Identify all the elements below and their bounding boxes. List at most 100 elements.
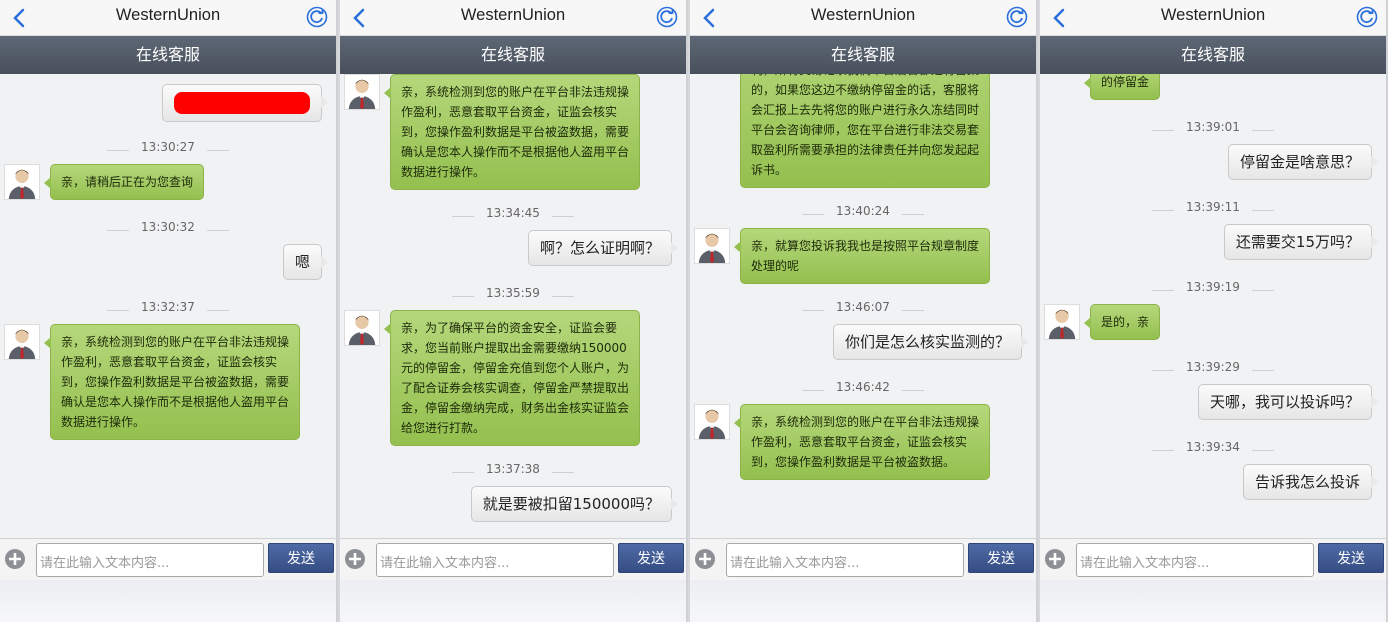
app-title: WesternUnion (115, 6, 221, 24)
agent-avatar (4, 164, 40, 200)
agent-bubble: 亲，就算您投诉我我也是按照平台规章制度处理的呢 (734, 228, 990, 284)
chat-area[interactable]: 的停留金 13:39:01 停留金是啥意思？ 13:39:11 还需要交15万吗？ 13:… (1040, 74, 1386, 538)
refresh-icon[interactable] (306, 6, 328, 28)
incoming-message: 的停留金 (1040, 74, 1386, 104)
message-input[interactable]: 请在此输入文本内容... (726, 543, 964, 577)
refresh-icon[interactable] (1356, 6, 1378, 28)
send-button[interactable]: 发送 (1318, 543, 1384, 573)
timestamp: 13:40:24 (690, 200, 1036, 222)
bottom-navigation-bar (340, 580, 686, 622)
timestamp: 13:32:37 (0, 296, 336, 318)
user-bubble: 停留金是啥意思？ (1227, 144, 1379, 180)
timestamp: 13:46:07 (690, 296, 1036, 318)
agent-avatar (344, 310, 380, 346)
timestamp-text: 13:34:45 (474, 206, 552, 220)
agent-bubble: 亲，您的账户在平台进行非法操作交易盈利，所有交易记录我们平台后台都是有备案的，如… (740, 74, 990, 188)
plus-icon[interactable] (694, 548, 716, 570)
timestamp-text: 13:40:24 (824, 204, 902, 218)
send-button[interactable]: 发送 (968, 543, 1034, 573)
agent-bubble: 亲，系统检测到您的账户在平台非法违规操作盈利，恶意套取平台资金，证监会核实到，您… (734, 404, 990, 480)
timestamp: 13:30:32 (0, 216, 336, 238)
agent-bubble: 的停留金 (1083, 74, 1161, 100)
page-subtitle: 在线客服 (340, 36, 686, 74)
back-arrow-icon[interactable] (1050, 7, 1070, 29)
timestamp-text: 13:39:11 (1174, 200, 1252, 214)
timestamp: 13:39:11 (1040, 196, 1386, 218)
timestamp-text: 13:46:42 (824, 380, 902, 394)
outgoing-message: 嗯 (0, 244, 336, 284)
app-title: WesternUnion (460, 6, 566, 24)
timestamp: 13:46:42 (690, 376, 1036, 398)
timestamp: 13:39:19 (1040, 276, 1386, 298)
timestamp: 13:39:01 (1040, 116, 1386, 138)
timestamp: 13:34:45 (340, 202, 686, 224)
bottom-navigation-bar (690, 580, 1036, 622)
back-arrow-icon[interactable] (700, 7, 720, 29)
outgoing-message: 停留金是啥意思？ (1040, 144, 1386, 184)
send-button[interactable]: 发送 (268, 543, 334, 573)
page-subtitle: 在线客服 (1040, 36, 1386, 74)
page-subtitle: 在线客服 (690, 36, 1036, 74)
agent-bubble: 亲，为了确保平台的资金安全，证监会要求，您当前账户提取出金需要缴纳150000元… (384, 310, 640, 446)
chat-screen: WesternUnion 在线客服 亲，系统检测到您的账户在平台非法违规操作盈利，恶… (340, 0, 688, 622)
back-arrow-icon[interactable] (10, 7, 30, 29)
message-input[interactable]: 请在此输入文本内容... (36, 543, 264, 577)
message-list: 亲，系统检测到您的账户在平台非法违规操作盈利，恶意套取平台资金，证监会核实到，您… (340, 74, 686, 534)
incoming-message: 亲，系统检测到您的账户在平台非法违规操作盈利，恶意套取平台资金，证监会核实到，您… (0, 324, 336, 440)
top-bar: WesternUnion (1040, 0, 1386, 36)
incoming-message: 亲，系统检测到您的账户在平台非法违规操作盈利，恶意套取平台资金，证监会核实到，您… (340, 74, 686, 190)
bottom-navigation-bar (0, 580, 336, 622)
agent-avatar (4, 324, 40, 360)
chat-area[interactable]: 亲，您的账户在平台进行非法操作交易盈利，所有交易记录我们平台后台都是有备案的，如… (690, 74, 1036, 538)
timestamp-text: 13:39:29 (1174, 360, 1252, 374)
timestamp-text: 13:32:37 (129, 300, 207, 314)
top-bar: WesternUnion (0, 0, 336, 36)
outgoing-message: 啊？怎么证明啊？ (340, 230, 686, 270)
agent-avatar (344, 74, 380, 110)
message-list: 亲，您的账户在平台进行非法操作交易盈利，所有交易记录我们平台后台都是有备案的，如… (690, 74, 1036, 488)
chat-area[interactable]: 13:29:48 13:30:27 亲，请稍后正在为您查询 13:30:32 嗯 13:3… (0, 74, 336, 538)
message-input[interactable]: 请在此输入文本内容... (1076, 543, 1314, 577)
timestamp: 13:30:27 (0, 136, 336, 158)
outgoing-message: 你们是怎么核实监测的？ (690, 324, 1036, 364)
timestamp-text: 13:35:59 (474, 286, 552, 300)
message-list: 13:29:48 13:30:27 亲，请稍后正在为您查询 13:30:32 嗯 13:3… (0, 74, 336, 448)
top-bar: WesternUnion (690, 0, 1036, 36)
user-bubble: 啊？怎么证明啊？ (527, 230, 679, 266)
timestamp: 13:39:29 (1040, 356, 1386, 378)
timestamp-text: 13:39:19 (1174, 280, 1252, 294)
user-bubble: 还需要交15万吗？ (1223, 224, 1379, 260)
timestamp: 13:29:48 (0, 74, 336, 78)
page-subtitle: 在线客服 (0, 36, 336, 74)
send-button[interactable]: 发送 (618, 543, 684, 573)
app-title: WesternUnion (810, 6, 916, 24)
back-arrow-icon[interactable] (350, 7, 370, 29)
timestamp: 13:37:38 (340, 458, 686, 480)
plus-icon[interactable] (344, 548, 366, 570)
incoming-message: 亲，为了确保平台的资金安全，证监会要求，您当前账户提取出金需要缴纳150000元… (340, 310, 686, 446)
chat-screen: WesternUnion 在线客服亲，您的账户在平台进行非法操作交易盈利，所有交易… (690, 0, 1038, 622)
incoming-message: 亲，就算您投诉我我也是按照平台规章制度处理的呢 (690, 228, 1036, 284)
user-bubble: 就是要被扣留150000吗？ (470, 486, 679, 522)
refresh-icon[interactable] (1006, 6, 1028, 28)
plus-icon[interactable] (1044, 548, 1066, 570)
agent-avatar (694, 404, 730, 440)
plus-icon[interactable] (4, 548, 26, 570)
input-bar: 请在此输入文本内容... 发送 (0, 538, 336, 580)
agent-bubble: 亲，请稍后正在为您查询 (43, 164, 205, 200)
top-bar: WesternUnion (340, 0, 686, 36)
user-bubble (162, 84, 328, 122)
incoming-message: 是的，亲 (1040, 304, 1386, 344)
bottom-navigation-bar (1040, 580, 1386, 622)
timestamp-text: 13:39:01 (1174, 120, 1252, 134)
timestamp-text: 13:39:34 (1174, 440, 1252, 454)
refresh-icon[interactable] (656, 6, 678, 28)
input-bar: 请在此输入文本内容... 发送 (340, 538, 686, 580)
incoming-message: 亲，请稍后正在为您查询 (0, 164, 336, 204)
message-input[interactable]: 请在此输入文本内容... (376, 543, 614, 577)
chat-area[interactable]: 亲，系统检测到您的账户在平台非法违规操作盈利，恶意套取平台资金，证监会核实到，您… (340, 74, 686, 538)
input-bar: 请在此输入文本内容... 发送 (690, 538, 1036, 580)
agent-bubble: 是的，亲 (1083, 304, 1161, 340)
user-bubble: 你们是怎么核实监测的？ (832, 324, 1029, 360)
timestamp-text: 13:30:27 (129, 140, 207, 154)
